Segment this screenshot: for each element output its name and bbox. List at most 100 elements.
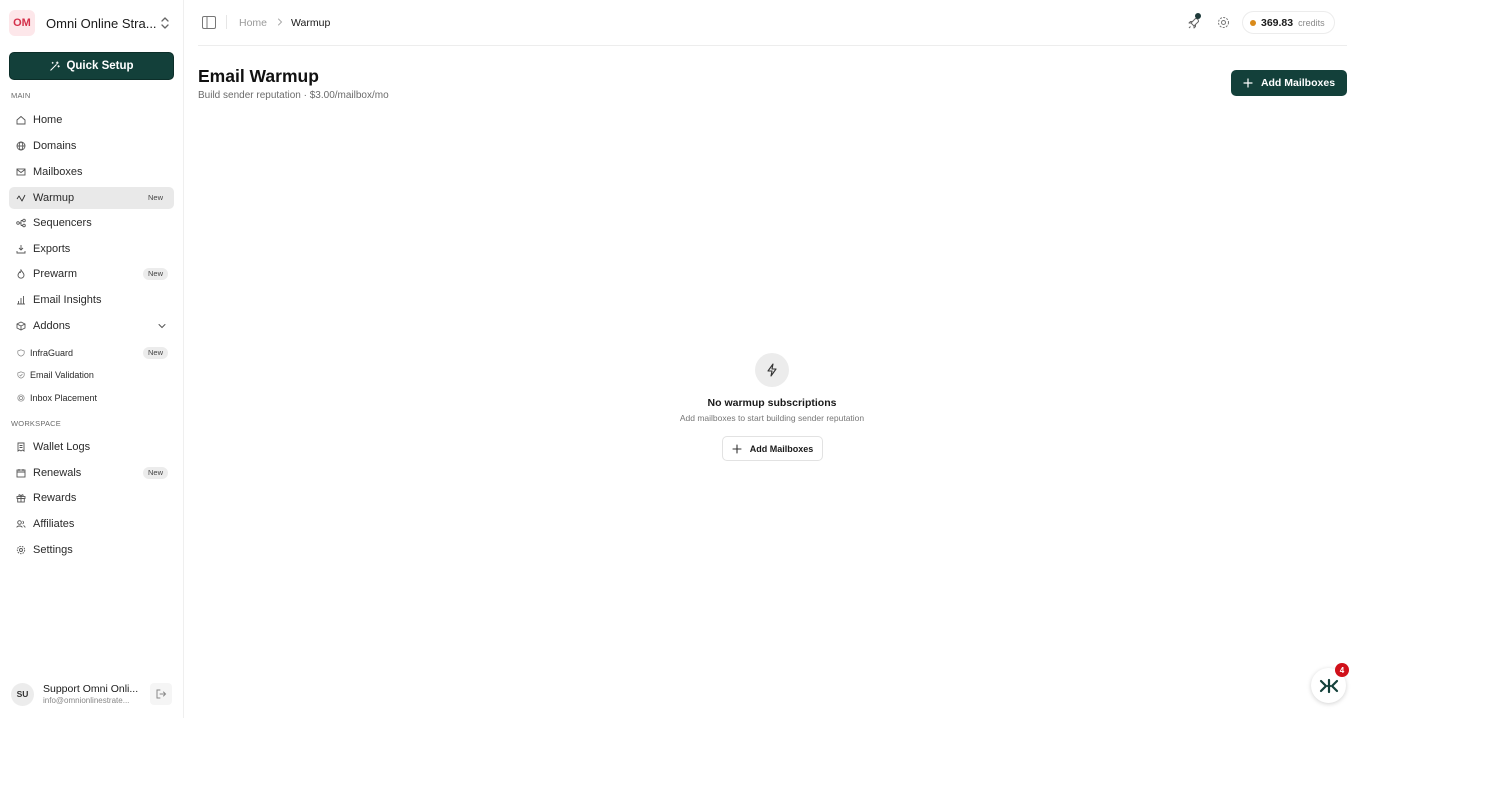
bar-chart-icon (17, 296, 25, 305)
sidebar-item-settings[interactable]: Settings (9, 539, 174, 561)
sidebar-item-label: Renewals (33, 467, 82, 479)
breadcrumb-home[interactable]: Home (239, 17, 267, 29)
sidebar-item-label: Exports (33, 243, 71, 255)
sidebar-item-exports[interactable]: Exports (9, 238, 174, 260)
sidebar-item-domains[interactable]: Domains (9, 135, 174, 157)
sidebar-item-mailboxes[interactable]: Mailboxes (9, 161, 174, 183)
sidebar-item-email-insights[interactable]: Email Insights (9, 289, 174, 311)
sidebar-item-label: Warmup (33, 192, 75, 204)
gear-icon[interactable] (1217, 16, 1230, 29)
globe-icon (16, 141, 26, 151)
add-mailboxes-button[interactable]: Add Mailboxes (1231, 70, 1347, 96)
divider (226, 15, 227, 29)
logout-icon (156, 689, 167, 699)
credits-balance[interactable]: 369.83 credits (1242, 11, 1335, 34)
target-icon (17, 394, 25, 402)
plus-icon (732, 443, 742, 454)
workspace-switcher[interactable]: OM Omni Online Stra... (9, 10, 175, 36)
calendar-icon (16, 469, 26, 478)
page-title: Email Warmup (198, 66, 319, 86)
activity-icon (16, 194, 26, 202)
sidebar-item-label: Wallet Logs (33, 441, 91, 453)
breadcrumb-current: Warmup (291, 17, 331, 29)
mail-icon (16, 168, 26, 176)
sidebar-item-label: InfraGuard (30, 348, 74, 358)
new-badge: New (142, 467, 168, 479)
sidebar-item-infraguard[interactable]: InfraGuard New (9, 342, 174, 364)
page-subtitle: Build sender reputation · $3.00/mailbox/… (198, 90, 389, 101)
download-icon (16, 245, 26, 254)
sidebar-item-label: Home (33, 114, 63, 126)
empty-state-icon (755, 353, 789, 387)
sidebar-item-label: Email Validation (30, 370, 94, 380)
new-badge: New (142, 347, 168, 359)
empty-state-subtitle: Add mailboxes to start building sender r… (679, 413, 865, 423)
empty-add-mailboxes-label: Add Mailboxes (749, 443, 814, 454)
flame-icon (17, 269, 25, 279)
empty-add-mailboxes-button[interactable]: Add Mailboxes (722, 436, 823, 461)
workspace-avatar: OM (9, 10, 35, 36)
home-icon (16, 115, 26, 125)
sidebar-item-label: Inbox Placement (30, 393, 98, 403)
sidebar-item-label: Sequencers (33, 217, 92, 229)
user-name: Support Omni Onli... (43, 683, 139, 695)
quick-setup-button[interactable]: Quick Setup (9, 52, 174, 80)
workspace-name: Omni Online Stra... (46, 15, 157, 31)
lightning-icon (767, 363, 777, 377)
avatar: SU (11, 682, 34, 706)
app-shell: OM Omni Online Stra... Quick Setup MAIN … (0, 0, 1358, 718)
add-mailboxes-label: Add Mailboxes (1260, 77, 1336, 89)
sidebar-item-wallet-logs[interactable]: Wallet Logs (9, 436, 174, 458)
sidebar-toggle-icon[interactable] (202, 16, 216, 29)
empty-state-title: No warmup subscriptions (707, 397, 837, 409)
main-content: Home Warmup 369.83 credits Email Warmup … (185, 0, 1358, 718)
sidebar-item-label: Mailboxes (33, 166, 83, 178)
sidebar-item-sequencers[interactable]: Sequencers (9, 212, 174, 234)
credits-unit: credits (1298, 17, 1325, 28)
gear-icon (16, 545, 26, 555)
widget-notification-badge: 4 (1335, 663, 1349, 677)
sidebar: OM Omni Online Stra... Quick Setup MAIN … (0, 0, 184, 718)
sidebar-item-label: Settings (33, 544, 73, 556)
sidebar-item-inbox-placement[interactable]: Inbox Placement (9, 387, 174, 409)
sidebar-item-addons[interactable]: Addons (9, 315, 174, 337)
new-badge: New (142, 268, 168, 280)
sidebar-item-warmup[interactable]: Warmup New (9, 187, 174, 209)
support-widget-icon (1319, 678, 1338, 693)
plus-icon (1243, 78, 1253, 88)
user-info: Support Omni Onli... info@omnionlinestra… (43, 683, 138, 705)
chevron-up-down-icon (161, 17, 169, 29)
user-profile[interactable]: SU Support Omni Onli... info@omnionlines… (11, 681, 174, 707)
sidebar-item-label: Rewards (33, 492, 77, 504)
user-email: info@omnionlinestrate... (43, 696, 130, 705)
credits-amount: 369.83 (1261, 16, 1294, 29)
sidebar-item-label: Domains (33, 140, 77, 152)
chevron-right-icon (278, 18, 283, 26)
quick-setup-label: Quick Setup (66, 60, 134, 72)
sidebar-item-label: Affiliates (33, 518, 75, 530)
receipt-icon (17, 442, 25, 452)
gift-icon (16, 494, 26, 503)
sidebar-item-affiliates[interactable]: Affiliates (9, 513, 174, 535)
sidebar-item-renewals[interactable]: Renewals New (9, 462, 174, 484)
sidebar-item-label: Addons (33, 320, 71, 332)
workflow-icon (16, 218, 26, 228)
new-badge: New (147, 193, 163, 202)
magic-wand-icon (50, 60, 61, 71)
notification-dot (1195, 13, 1201, 19)
chevron-down-icon[interactable] (157, 321, 167, 331)
logout-button[interactable] (150, 683, 172, 705)
top-bar: Home Warmup 369.83 credits (198, 0, 1347, 46)
sidebar-item-email-validation[interactable]: Email Validation (9, 364, 174, 386)
credits-dot (1250, 19, 1256, 26)
shield-check-icon (17, 371, 25, 379)
shield-icon (17, 349, 25, 357)
sidebar-item-rewards[interactable]: Rewards (9, 487, 174, 509)
sidebar-item-prewarm[interactable]: Prewarm New (9, 263, 174, 285)
sidebar-item-home[interactable]: Home (9, 109, 174, 131)
section-label-workspace: WORKSPACE (11, 419, 62, 428)
sidebar-item-label: Email Insights (33, 294, 102, 306)
sidebar-item-label: Prewarm (33, 268, 78, 280)
users-icon (16, 520, 26, 528)
package-icon (16, 321, 26, 331)
